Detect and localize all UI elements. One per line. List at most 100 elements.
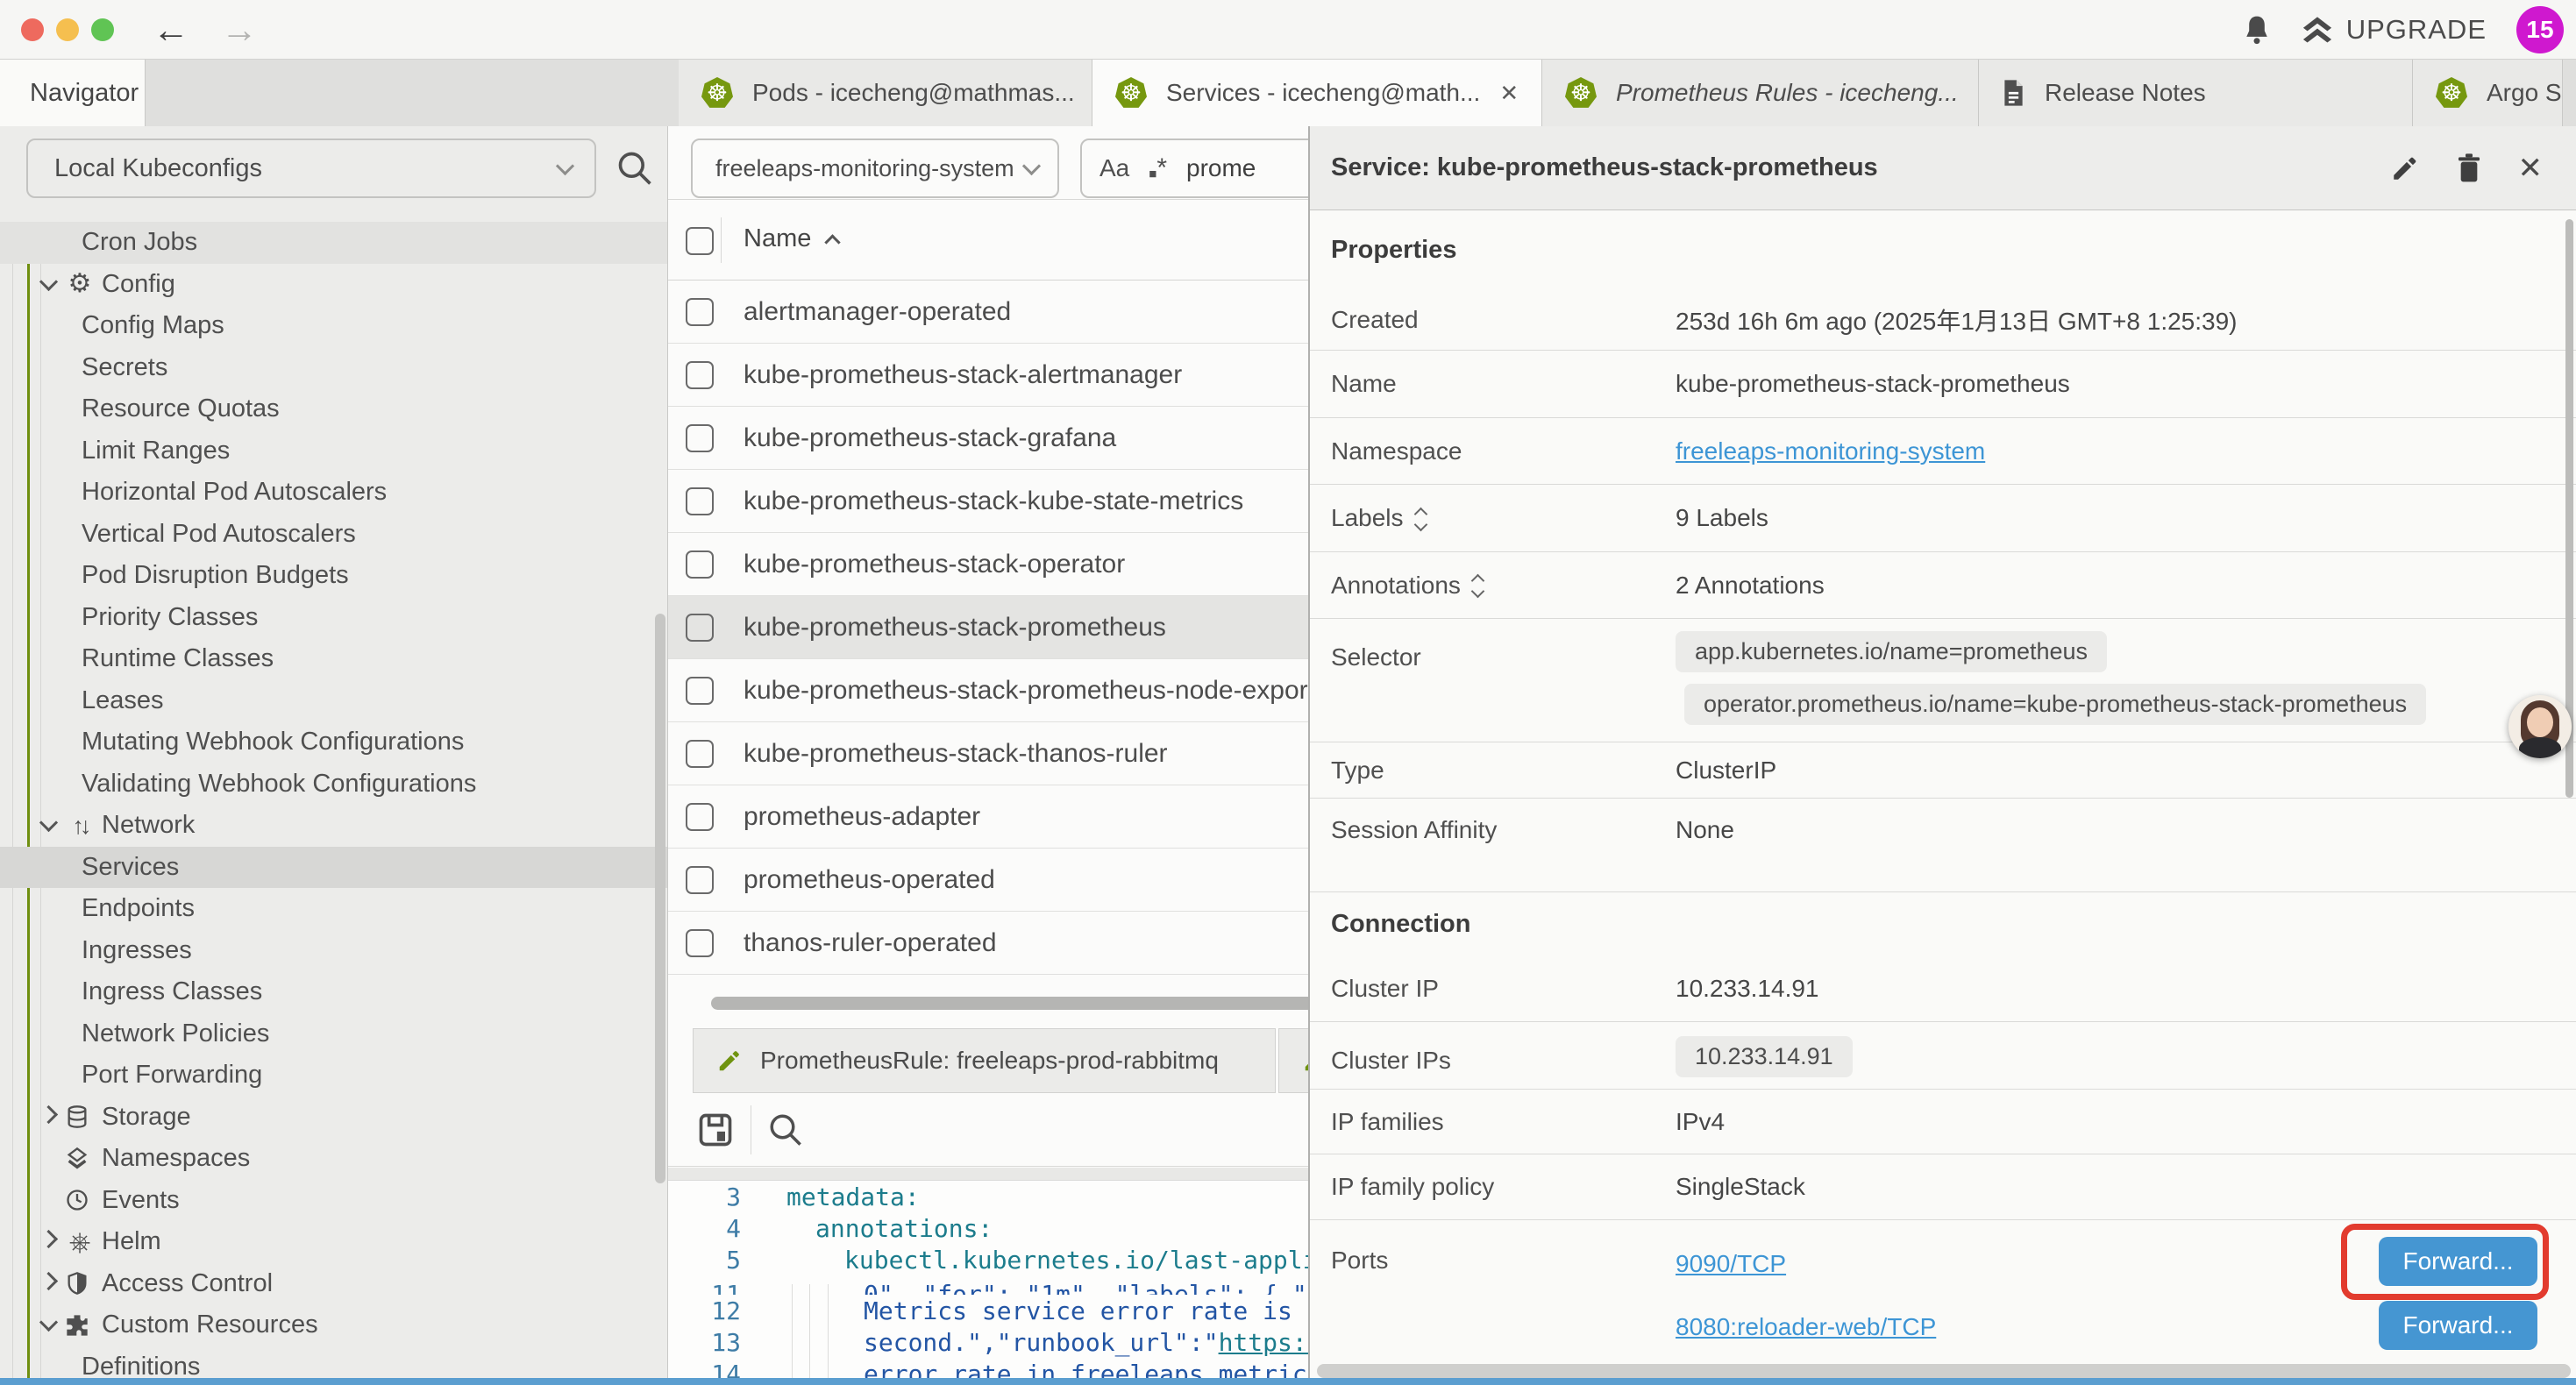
port-link-8080-reloader-web-tcp[interactable]: 8080:reloader-web/TCP — [1676, 1313, 1936, 1341]
sidebar-item-horizontal-pod-autoscalers[interactable]: Horizontal Pod Autoscalers — [0, 472, 668, 514]
sidebar-item-access-control[interactable]: Access Control — [0, 1263, 668, 1305]
chevron-right-icon[interactable] — [39, 1230, 58, 1248]
sidebar-item-limit-ranges[interactable]: Limit Ranges — [0, 430, 668, 472]
table-row-kube-prometheus-stack-alertmanager[interactable]: kube-prometheus-stack-alertmanager — [668, 344, 1308, 407]
sidebar-item-mutating-webhook-configurations[interactable]: Mutating Webhook Configurations — [0, 721, 668, 764]
tab-release-notes[interactable]: Release Notes — [1979, 60, 2413, 126]
sidebar-item-helm[interactable]: ⎈Helm — [0, 1221, 668, 1263]
sidebar-item-endpoints[interactable]: Endpoints — [0, 888, 668, 930]
code-line[interactable]: 110", "for": "1m", "labels": { "service"… — [668, 1275, 1308, 1295]
tab-prometheus-rules-icecheng[interactable]: ☸Prometheus Rules - icecheng... — [1542, 60, 1979, 126]
sidebar-item-network[interactable]: ↑↓Network — [0, 805, 668, 847]
upgrade-button[interactable]: UPGRADE — [2301, 14, 2487, 46]
delete-trash-icon[interactable] — [2455, 153, 2483, 184]
table-row-prometheus-adapter[interactable]: prometheus-adapter — [668, 785, 1308, 849]
code-line[interactable]: 12Metrics service error rate is {{ $va — [668, 1295, 1308, 1326]
sidebar-item-resource-quotas[interactable]: Resource Quotas — [0, 388, 668, 430]
regex-icon[interactable]: ■* — [1149, 153, 1167, 183]
table-horizontal-scrollbar[interactable] — [711, 997, 1308, 1010]
sidebar-item-services[interactable]: Services — [0, 847, 668, 889]
table-row-kube-prometheus-stack-prometheus-node-exporter[interactable]: kube-prometheus-stack-prometheus-node-ex… — [668, 659, 1308, 722]
chevron-right-icon[interactable] — [39, 1272, 58, 1290]
editor-search-icon[interactable] — [767, 1112, 804, 1148]
window-zoom-button[interactable] — [91, 18, 114, 41]
editor-tab-partial[interactable] — [1278, 1028, 1308, 1093]
sidebar-item-ingress-classes[interactable]: Ingress Classes — [0, 971, 668, 1013]
sidebar-item-custom-resources[interactable]: Custom Resources — [0, 1304, 668, 1346]
expand-collapse-icon[interactable] — [1416, 509, 1426, 529]
row-checkbox[interactable] — [686, 866, 714, 894]
resource-search-box[interactable]: Aa ■* prome — [1080, 138, 1308, 198]
row-checkbox[interactable] — [686, 677, 714, 705]
sidebar-item-vertical-pod-autoscalers[interactable]: Vertical Pod Autoscalers — [0, 514, 668, 556]
forward-button-8080-reloader-web-tcp[interactable]: Forward... — [2379, 1301, 2537, 1350]
row-checkbox[interactable] — [686, 424, 714, 452]
expand-collapse-icon[interactable] — [1473, 576, 1483, 596]
sidebar-item-config-maps[interactable]: Config Maps — [0, 305, 668, 347]
edit-pencil-icon[interactable] — [2390, 153, 2420, 183]
row-checkbox[interactable] — [686, 803, 714, 831]
drawer-horizontal-scrollbar[interactable] — [1317, 1364, 2571, 1378]
sidebar-item-storage[interactable]: Storage — [0, 1097, 668, 1139]
row-checkbox[interactable] — [686, 550, 714, 579]
code-line[interactable]: 13second.","runbook_url":"https://net — [668, 1326, 1308, 1358]
sidebar-item-config[interactable]: ⚙Config — [0, 264, 668, 306]
sidebar-item-events[interactable]: Events — [0, 1180, 668, 1222]
sidebar-item-network-policies[interactable]: Network Policies — [0, 1013, 668, 1055]
chevron-down-icon[interactable] — [39, 273, 58, 291]
sidebar-item-leases[interactable]: Leases — [0, 680, 668, 722]
code-line[interactable]: 5kubectl.kubernetes.io/last-applied-conf… — [668, 1244, 1308, 1275]
table-row-kube-prometheus-stack-thanos-ruler[interactable]: kube-prometheus-stack-thanos-ruler — [668, 722, 1308, 785]
sidebar-item-namespaces[interactable]: Namespaces — [0, 1138, 668, 1180]
table-row-kube-prometheus-stack-operator[interactable]: kube-prometheus-stack-operator — [668, 533, 1308, 596]
row-checkbox[interactable] — [686, 298, 714, 326]
sidebar-scrollbar[interactable] — [655, 614, 665, 1183]
sidebar-item-runtime-classes[interactable]: Runtime Classes — [0, 638, 668, 680]
sidebar-search-icon[interactable] — [616, 149, 654, 188]
tab-argo-se[interactable]: ☸Argo Se — [2413, 60, 2563, 126]
sidebar-item-ingresses[interactable]: Ingresses — [0, 930, 668, 972]
editor-tab-prometheusrule[interactable]: PrometheusRule: freeleaps-prod-rabbitmq — [693, 1028, 1276, 1093]
sidebar-item-priority-classes[interactable]: Priority Classes — [0, 597, 668, 639]
row-checkbox[interactable] — [686, 361, 714, 389]
row-checkbox[interactable] — [686, 614, 714, 642]
code-line[interactable]: 4annotations: — [668, 1212, 1308, 1244]
select-all-checkbox[interactable] — [686, 227, 714, 255]
notifications-bell-icon[interactable] — [2243, 14, 2271, 46]
sidebar-item-pod-disruption-budgets[interactable]: Pod Disruption Budgets — [0, 555, 668, 597]
table-row-kube-prometheus-stack-grafana[interactable]: kube-prometheus-stack-grafana — [668, 407, 1308, 470]
sidebar-item-validating-webhook-configurations[interactable]: Validating Webhook Configurations — [0, 764, 668, 806]
window-close-button[interactable] — [21, 18, 44, 41]
table-row-thanos-ruler-operated[interactable]: thanos-ruler-operated — [668, 912, 1308, 975]
row-checkbox[interactable] — [686, 740, 714, 768]
chevron-right-icon[interactable] — [39, 1105, 58, 1124]
search-input[interactable]: prome — [1186, 154, 1256, 182]
sidebar-item-port-forwarding[interactable]: Port Forwarding — [0, 1055, 668, 1097]
navigator-panel-tab[interactable]: Navigator — [0, 60, 146, 126]
close-icon[interactable]: ✕ — [1499, 80, 1519, 107]
avatar[interactable] — [2508, 695, 2572, 758]
row-checkbox[interactable] — [686, 929, 714, 957]
table-row-kube-prometheus-stack-prometheus[interactable]: kube-prometheus-stack-prometheus — [668, 596, 1308, 659]
forward-arrow-icon[interactable]: → — [221, 11, 258, 48]
name-column-header[interactable]: Name — [744, 224, 838, 253]
tab-pods-icecheng-mathmas[interactable]: ☸Pods - icecheng@mathmas... — [679, 60, 1092, 126]
kubeconfig-selector[interactable]: Local Kubeconfigs — [26, 138, 596, 198]
table-row-kube-prometheus-stack-kube-state-metrics[interactable]: kube-prometheus-stack-kube-state-metrics — [668, 470, 1308, 533]
tab-services-icecheng-math[interactable]: ☸Services - icecheng@math...✕ — [1092, 60, 1542, 126]
runbook-url-link[interactable]: https://net — [1219, 1328, 1308, 1357]
row-checkbox[interactable] — [686, 487, 714, 515]
yaml-editor[interactable]: 3metadata:4annotations:5kubectl.kubernet… — [668, 1181, 1308, 1385]
sidebar-item-cron-jobs[interactable]: Cron Jobs — [0, 222, 668, 264]
chevron-down-icon[interactable] — [39, 1313, 58, 1332]
namespace-link[interactable]: freeleaps-monitoring-system — [1676, 437, 1985, 465]
code-line[interactable]: 3metadata: — [668, 1181, 1308, 1212]
namespace-selector[interactable]: freeleaps-monitoring-system — [691, 138, 1059, 198]
back-arrow-icon[interactable]: ← — [153, 11, 189, 48]
profile-badge[interactable]: 15 — [2516, 6, 2564, 53]
port-link-9090-tcp[interactable]: 9090/TCP — [1676, 1250, 1786, 1278]
window-minimize-button[interactable] — [56, 18, 79, 41]
table-row-alertmanager-operated[interactable]: alertmanager-operated — [668, 281, 1308, 344]
close-icon[interactable]: ✕ — [2518, 153, 2544, 183]
match-case-icon[interactable]: Aa — [1099, 154, 1129, 182]
